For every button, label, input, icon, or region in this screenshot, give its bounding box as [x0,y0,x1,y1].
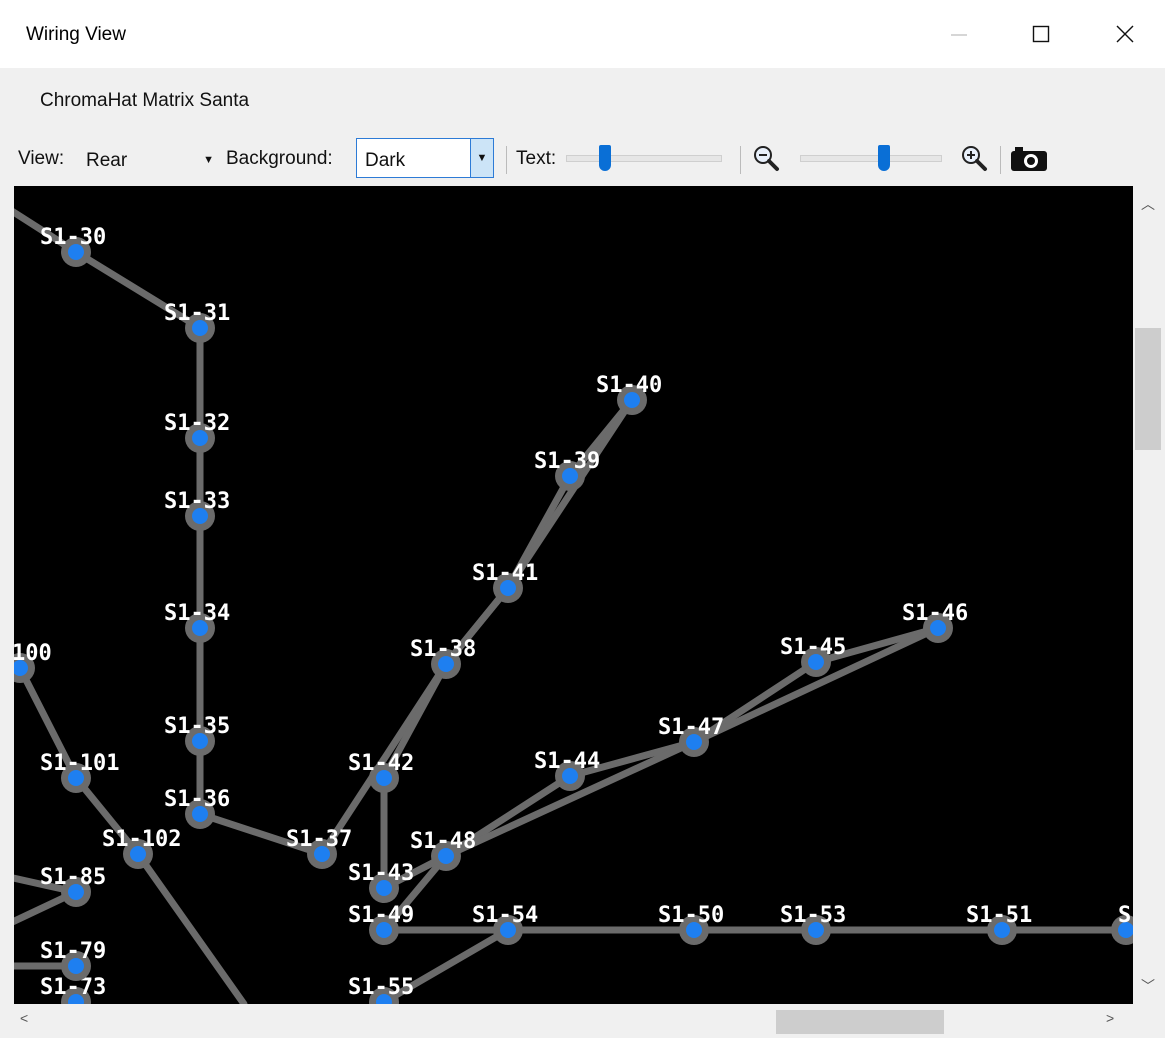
chevron-down-icon: ▼ [203,154,214,166]
node-label: 100 [14,641,52,666]
node-label: S1-85 [40,865,106,890]
node-label: S1-50 [658,903,724,928]
wiring-node[interactable]: S1-40 [596,373,662,415]
wiring-node[interactable]: S1-43 [348,861,414,903]
wiring-node[interactable]: S1-38 [410,637,476,679]
scrollbar-corner [1133,1004,1161,1034]
node-label: S1-39 [534,449,600,474]
view-label: View: [18,148,65,169]
node-label: S1-32 [164,411,230,436]
scroll-right-icon[interactable]: > [1106,1010,1114,1026]
node-label: S1-34 [164,601,230,626]
background-label: Background: [226,148,333,169]
separator [1000,146,1001,174]
node-label: S1-51 [966,903,1032,928]
node-label: S1-46 [902,601,968,626]
node-label: S1-79 [40,939,106,964]
wiring-node[interactable]: S1-39 [534,449,600,491]
node-label: S1-54 [472,903,538,928]
model-bar: ChromaHat Matrix Santa [0,68,1165,134]
node-label: S1-36 [164,787,230,812]
wiring-node[interactable]: S1-31 [164,301,230,343]
wiring-node[interactable]: S1-102 [102,827,181,869]
wiring-node[interactable]: S1-41 [472,561,538,603]
wiring-node[interactable]: S1-35 [164,714,230,756]
wiring-node[interactable]: S1-54 [472,903,538,945]
horizontal-scrollbar[interactable]: < > [14,1004,1133,1034]
background-select[interactable]: Dark ▼ [356,138,494,178]
wiring-node[interactable]: S1-33 [164,489,230,531]
node-label: S1-33 [164,489,230,514]
node-label: S1-43 [348,861,414,886]
model-name: ChromaHat Matrix Santa [40,90,250,111]
wiring-node[interactable]: S1-55 [348,975,414,1004]
node-label: S1-41 [472,561,538,586]
node-label: S1-35 [164,714,230,739]
view-select[interactable]: Rear ▼ [78,140,218,178]
wiring-node[interactable]: S1-5 [1111,903,1133,945]
zoom-slider-track[interactable] [800,155,942,162]
toolbar: View: Rear ▼ Background: Dark ▼ Text: [0,134,1165,186]
node-label: S1-40 [596,373,662,398]
wiring-diagram[interactable]: S1-30 S1-31 S1-32 S1-33 S1-34 S1-35 S1-36 S1-37… [14,186,1133,1004]
window-title: Wiring View [26,24,126,45]
scroll-down-icon[interactable]: ﹀ [1141,976,1155,996]
text-size-label: Text: [516,148,557,169]
node-label: S1-31 [164,301,230,326]
wiring-node[interactable]: S1-50 [658,903,724,945]
minimize-icon[interactable] [928,0,990,68]
node-label: S1-30 [40,225,106,250]
background-value: Dark [365,150,406,171]
node-label: S1-45 [780,635,846,660]
scroll-up-icon[interactable]: ︿ [1141,194,1155,214]
node-label: S1-42 [348,751,414,776]
node-label: S1-5 [1118,903,1133,928]
node-label: S1-101 [40,751,119,776]
wiring-node[interactable]: S1-45 [780,635,846,677]
separator [740,146,741,174]
node-label: S1-38 [410,637,476,662]
node-label: S1-55 [348,975,414,1000]
wiring-node[interactable]: S1-49 [348,903,414,945]
chevron-down-icon[interactable]: ▼ [470,139,493,177]
title-bar: Wiring View [0,0,1165,68]
wiring-node[interactable]: S1-44 [534,749,600,791]
node-label: S1-53 [780,903,846,928]
wiring-node[interactable]: S1-53 [780,903,846,945]
wiring-node[interactable]: 100 [14,641,52,683]
wiring-node[interactable]: S1-34 [164,601,230,643]
wiring-node[interactable]: S1-48 [410,829,476,871]
text-size-slider-thumb[interactable] [598,145,611,171]
wiring-node[interactable]: S1-51 [966,903,1032,945]
horizontal-scroll-thumb[interactable] [776,1010,944,1034]
wire [504,396,636,592]
node-label: S1-37 [286,827,352,852]
close-icon[interactable] [1094,0,1156,68]
vertical-scroll-thumb[interactable] [1135,328,1161,450]
wiring-node[interactable]: S1-37 [286,827,352,869]
zoom-in-icon[interactable] [960,144,988,178]
wire [134,850,248,1004]
wiring-node[interactable]: S1-32 [164,411,230,453]
node-label: S1-47 [658,715,724,740]
zoom-out-icon[interactable] [752,144,780,178]
wiring-node[interactable]: S1-42 [348,751,414,793]
node-label: S1-44 [534,749,600,774]
wiring-node[interactable]: S1-101 [40,751,119,793]
left-border [0,186,14,1004]
node-label: S1-49 [348,903,414,928]
view-value: Rear [86,150,128,171]
node-label: S1-102 [102,827,181,852]
separator [506,146,507,174]
wiring-canvas[interactable]: S1-30 S1-31 S1-32 S1-33 S1-34 S1-35 S1-36 S1-37… [14,186,1133,1004]
node-label: S1-48 [410,829,476,854]
vertical-scrollbar[interactable]: ︿ ﹀ [1133,186,1161,1004]
camera-icon[interactable] [1010,146,1048,178]
zoom-slider-thumb[interactable] [878,145,890,171]
scroll-left-icon[interactable]: < [20,1010,28,1026]
maximize-icon[interactable] [1010,0,1072,68]
text-size-slider-track[interactable] [566,155,722,162]
